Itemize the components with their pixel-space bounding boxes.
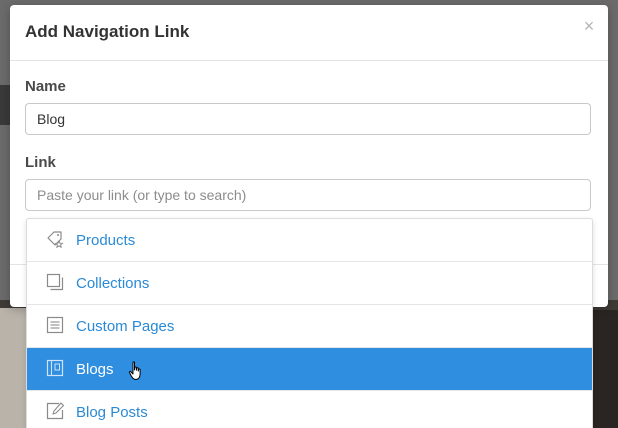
dropdown-item-label: Blogs	[76, 361, 114, 378]
dropdown-item-label: Collections	[76, 275, 150, 292]
modal-header: Add Navigation Link ×	[10, 5, 608, 61]
link-suggestions-dropdown: Products Collections Custom Pages Blogs	[26, 218, 593, 428]
dropdown-item-custom-pages[interactable]: Custom Pages	[27, 305, 592, 348]
dropdown-item-label: Blog Posts	[76, 404, 148, 421]
link-label: Link	[25, 154, 56, 171]
dropdown-item-blog-posts[interactable]: Blog Posts	[27, 391, 592, 428]
stacked-squares-icon	[46, 273, 64, 291]
name-label: Name	[25, 78, 66, 95]
document-lines-icon	[46, 316, 64, 334]
notebook-icon	[46, 359, 64, 377]
dropdown-item-label: Products	[76, 232, 136, 249]
name-input[interactable]	[25, 103, 591, 135]
close-icon[interactable]: ×	[582, 17, 596, 35]
dropdown-item-blogs[interactable]: Blogs	[27, 348, 592, 391]
hand-pointer-cursor-icon	[128, 361, 141, 380]
dropdown-item-label: Custom Pages	[76, 318, 175, 335]
tag-star-icon	[47, 231, 64, 249]
edit-page-icon	[46, 402, 65, 420]
dropdown-item-collections[interactable]: Collections	[27, 262, 592, 305]
background-photo-right	[590, 310, 618, 428]
link-search-input[interactable]	[25, 179, 591, 211]
dropdown-item-products[interactable]: Products	[27, 219, 592, 262]
modal-title: Add Navigation Link	[25, 22, 190, 41]
